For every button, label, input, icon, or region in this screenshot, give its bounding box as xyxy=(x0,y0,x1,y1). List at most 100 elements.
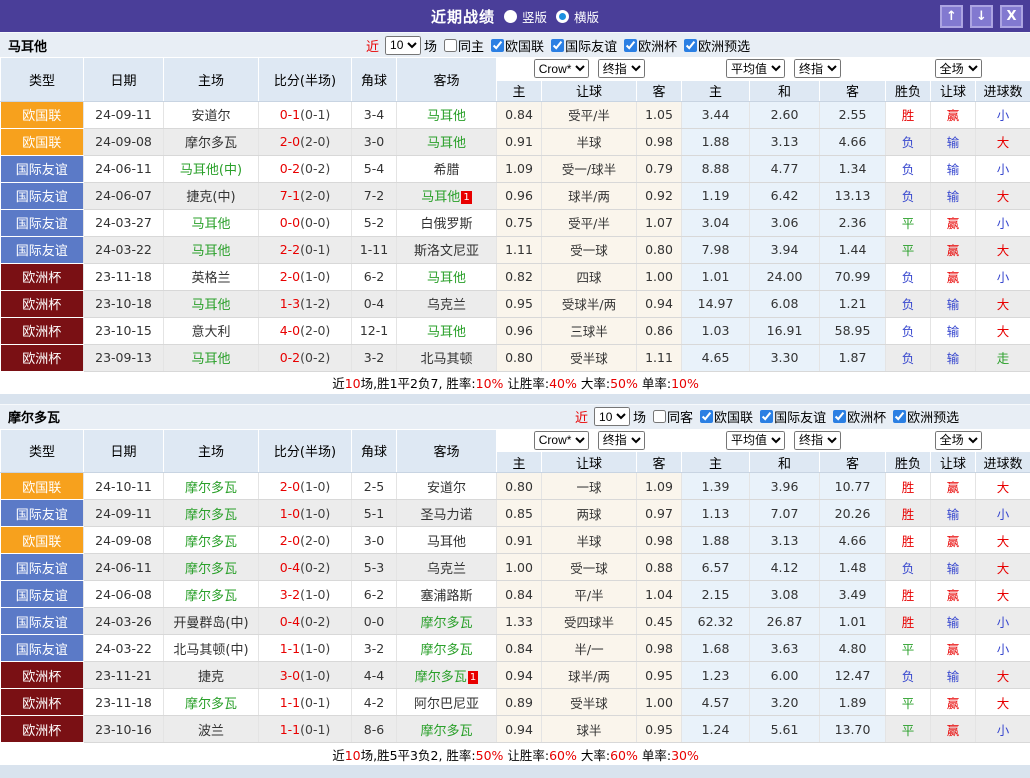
bookmaker-select-cell: Crow* 终指 xyxy=(497,58,682,81)
comp-checkbox-euro[interactable] xyxy=(624,39,637,52)
match-count-select[interactable]: 10 xyxy=(385,36,421,55)
handicap-line: 受平/半 xyxy=(542,209,637,236)
corner-score: 3-2 xyxy=(352,635,397,662)
average-select[interactable]: 平均值 xyxy=(726,431,785,450)
comp-checkbox-euro-qualifier[interactable] xyxy=(684,39,697,52)
avg-home-odds: 6.57 xyxy=(682,554,750,581)
near-label: 近 xyxy=(366,36,379,55)
final-odds-select-1[interactable]: 终指 xyxy=(598,431,645,450)
corner-score: 2-5 xyxy=(352,473,397,500)
comp-checkbox-nations-league[interactable] xyxy=(491,39,504,52)
matches-label: 场 xyxy=(424,36,437,55)
avg-home-odds: 1.23 xyxy=(682,662,750,689)
match-date: 24-03-22 xyxy=(84,236,164,263)
summary-text: 近10场,胜5平3负2, 胜率:50% 让胜率:60% 大率:60% 单率:30… xyxy=(332,748,699,763)
comp-checkbox-nations-league[interactable] xyxy=(700,410,713,423)
final-odds-select-1[interactable]: 终指 xyxy=(598,59,645,78)
match-score: 2-0(2-0) xyxy=(259,527,352,554)
crow-home-odds: 0.84 xyxy=(497,101,542,128)
result-wdl: 胜 xyxy=(886,608,931,635)
handicap-line: 受半球 xyxy=(542,689,637,716)
match-row: 国际友谊24-06-08摩尔多瓦3-2(1-0)6-2塞浦路斯0.84平/半1.… xyxy=(1,581,1030,608)
crow-away-odds: 0.92 xyxy=(637,182,682,209)
avg-home-odds: 62.32 xyxy=(682,608,750,635)
avg-away-odds: 13.13 xyxy=(820,182,886,209)
match-score: 2-0(1-0) xyxy=(259,263,352,290)
scroll-up-button[interactable]: ↑ xyxy=(940,5,963,28)
result-handicap: 输 xyxy=(931,155,976,182)
comp-label: 欧洲预选 xyxy=(698,36,750,55)
avg-draw-odds: 24.00 xyxy=(750,263,820,290)
handicap-line: 三球半 xyxy=(542,317,637,344)
avg-home-odds: 1.68 xyxy=(682,635,750,662)
corner-score: 5-3 xyxy=(352,554,397,581)
result-wdl: 胜 xyxy=(886,500,931,527)
away-team: 斯洛文尼亚 xyxy=(397,236,497,263)
result-wdl: 负 xyxy=(886,317,931,344)
radio-unchecked-icon[interactable] xyxy=(504,10,517,23)
handicap-line: 受一/球半 xyxy=(542,155,637,182)
avg-home-odds: 4.65 xyxy=(682,344,750,371)
match-date: 24-06-08 xyxy=(84,581,164,608)
layout-radio-vertical[interactable]: 竖版 xyxy=(504,7,547,26)
result-handicap: 赢 xyxy=(931,581,976,608)
subheader-handicap: 让球 xyxy=(542,452,637,473)
match-row: 欧国联24-10-11摩尔多瓦2-0(1-0)2-5安道尔0.80一球1.091… xyxy=(1,473,1030,500)
avg-home-odds: 3.04 xyxy=(682,209,750,236)
competition-badge: 国际友谊 xyxy=(1,500,84,527)
avg-away-odds: 2.36 xyxy=(820,209,886,236)
match-date: 24-09-08 xyxy=(84,527,164,554)
subheader-handicap-result: 让球 xyxy=(931,80,976,101)
same-venue-checkbox[interactable] xyxy=(444,39,457,52)
comp-checkbox-friendly[interactable] xyxy=(760,410,773,423)
match-row: 欧洲杯23-09-13马耳他0-2(0-2)3-2北马其顿0.80受半球1.11… xyxy=(1,344,1030,371)
close-icon: X xyxy=(1006,10,1016,23)
layout-radio-horizontal[interactable]: 横版 xyxy=(556,7,599,26)
scope-select[interactable]: 全场 xyxy=(935,431,982,450)
scroll-down-button[interactable]: ↓ xyxy=(970,5,993,28)
result-wdl: 平 xyxy=(886,689,931,716)
home-team: 摩尔多瓦 xyxy=(164,473,259,500)
crow-home-odds: 0.95 xyxy=(497,290,542,317)
average-select[interactable]: 平均值 xyxy=(726,59,785,78)
avg-away-odds: 20.26 xyxy=(820,500,886,527)
bookmaker-select[interactable]: Crow* xyxy=(534,59,589,78)
avg-away-odds: 4.66 xyxy=(820,527,886,554)
avg-away-odds: 12.47 xyxy=(820,662,886,689)
competition-badge: 国际友谊 xyxy=(1,554,84,581)
handicap-line: 受球半/两 xyxy=(542,290,637,317)
bookmaker-select[interactable]: Crow* xyxy=(534,431,589,450)
home-team: 意大利 xyxy=(164,317,259,344)
scope-select[interactable]: 全场 xyxy=(935,59,982,78)
summary-text: 近10场,胜1平2负7, 胜率:10% 让胜率:40% 大率:50% 单率:10… xyxy=(332,376,699,391)
same-venue-checkbox[interactable] xyxy=(653,410,666,423)
away-team: 摩尔多瓦1 xyxy=(397,662,497,689)
close-button[interactable]: X xyxy=(1000,5,1023,28)
radio-vertical-label: 竖版 xyxy=(522,7,547,26)
avg-draw-odds: 3.13 xyxy=(750,128,820,155)
comp-checkbox-euro-qualifier[interactable] xyxy=(893,410,906,423)
comp-checkbox-friendly[interactable] xyxy=(551,39,564,52)
match-date: 24-03-26 xyxy=(84,608,164,635)
avg-home-odds: 2.15 xyxy=(682,581,750,608)
match-date: 23-10-18 xyxy=(84,290,164,317)
home-team: 马耳他 xyxy=(164,236,259,263)
match-count-select[interactable]: 10 xyxy=(594,407,630,426)
radio-checked-icon[interactable] xyxy=(556,10,569,23)
match-date: 23-10-16 xyxy=(84,716,164,743)
comp-label: 欧国联 xyxy=(714,407,753,426)
crow-away-odds: 1.00 xyxy=(637,263,682,290)
match-date: 24-09-11 xyxy=(84,500,164,527)
comp-checkbox-euro[interactable] xyxy=(833,410,846,423)
same-venue-label: 同客 xyxy=(667,407,693,426)
final-odds-select-2[interactable]: 终指 xyxy=(794,59,841,78)
avg-draw-odds: 2.60 xyxy=(750,101,820,128)
final-odds-select-2[interactable]: 终指 xyxy=(794,431,841,450)
competition-badge: 国际友谊 xyxy=(1,209,84,236)
injury-count-badge: 1 xyxy=(468,671,478,684)
result-handicap: 输 xyxy=(931,290,976,317)
crow-away-odds: 0.98 xyxy=(637,635,682,662)
result-goals: 小 xyxy=(976,716,1030,743)
avg-away-odds: 1.87 xyxy=(820,344,886,371)
handicap-line: 半/一 xyxy=(542,635,637,662)
